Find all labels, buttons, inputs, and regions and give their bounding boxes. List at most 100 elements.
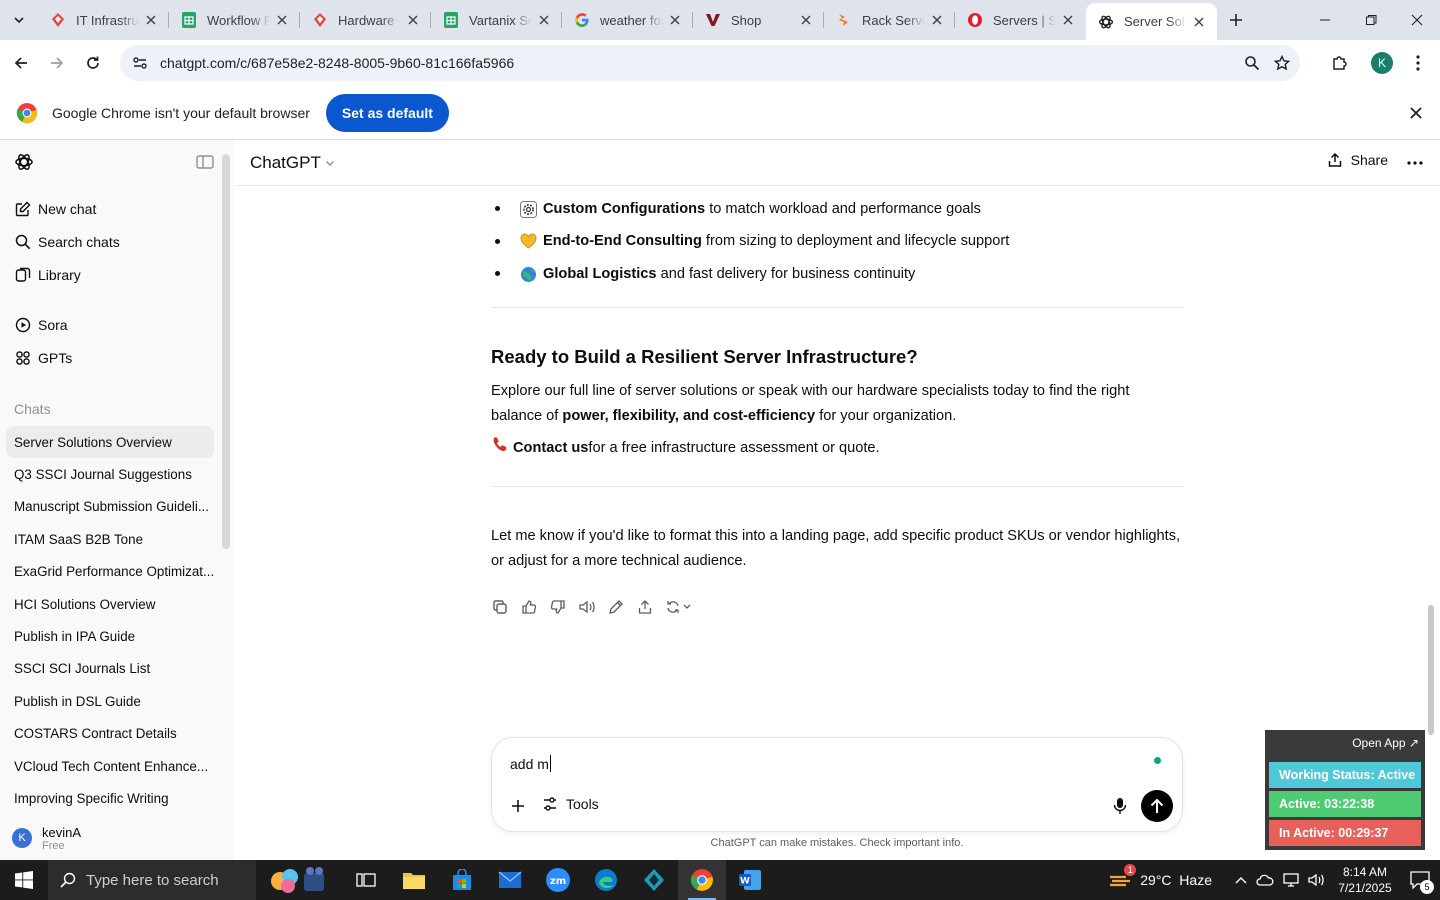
- chat-history-item[interactable]: HCI Solutions Overview: [0, 588, 234, 620]
- add-attachment-button[interactable]: [508, 796, 528, 816]
- tab-close-button[interactable]: [405, 12, 421, 28]
- clock[interactable]: 8:14 AM 7/21/2025: [1330, 864, 1400, 896]
- browser-tab[interactable]: Shop: [693, 3, 824, 37]
- microsoft-store-button[interactable]: [438, 860, 486, 900]
- sidebar-item-search-chats[interactable]: Search chats: [0, 225, 234, 258]
- restore-button[interactable]: [1348, 0, 1394, 40]
- tools-button[interactable]: Tools: [542, 796, 599, 812]
- chrome-taskbar-button[interactable]: [678, 860, 726, 900]
- model-selector[interactable]: ChatGPT: [250, 153, 335, 173]
- chat-history-item[interactable]: Q3 SSCI Journal Suggestions: [0, 458, 234, 490]
- prompt-input[interactable]: add m: [510, 755, 551, 772]
- app-diamond-button[interactable]: [630, 860, 678, 900]
- good-response-button[interactable]: [520, 598, 538, 616]
- sidebar-item-new-chat[interactable]: New chat: [0, 192, 234, 225]
- mail-button[interactable]: [486, 860, 534, 900]
- open-app-link[interactable]: Open App ↗: [1352, 736, 1419, 750]
- chat-history-item[interactable]: Server Solutions Overview: [6, 426, 214, 459]
- chat-history-item[interactable]: COSTARS Contract Details: [0, 718, 234, 750]
- edit-canvas-button[interactable]: [607, 598, 625, 616]
- chat-history-item[interactable]: Publish in DSL Guide: [0, 685, 234, 717]
- browser-tab[interactable]: weather for: [562, 3, 693, 37]
- sidebar-toggle-icon[interactable]: [196, 154, 214, 170]
- edge-browser-button[interactable]: [582, 860, 630, 900]
- plus-icon: [512, 800, 524, 812]
- chat-history-item[interactable]: ExaGrid Performance Optimizat...: [0, 556, 234, 588]
- file-explorer-button[interactable]: [390, 860, 438, 900]
- close-window-button[interactable]: [1394, 0, 1440, 40]
- read-aloud-button[interactable]: [578, 598, 596, 616]
- user-name: kevinA: [42, 824, 82, 840]
- tab-close-button[interactable]: [667, 12, 683, 28]
- taskbar-search-box[interactable]: Type here to search: [48, 860, 256, 900]
- chrome-menu-button[interactable]: [1400, 45, 1436, 81]
- browser-tab[interactable]: Server Solutions: [1086, 3, 1217, 40]
- browser-tab[interactable]: Hardware - Vartanix: [300, 3, 431, 37]
- tab-close-button[interactable]: [798, 12, 814, 28]
- bookmark-star-icon[interactable]: [1274, 55, 1290, 71]
- chat-history-item[interactable]: VCloud Tech Content Enhance...: [0, 750, 234, 782]
- thumbs-up-icon: [522, 599, 537, 614]
- dictate-button[interactable]: [1110, 796, 1130, 816]
- zoom-app-button[interactable]: zm: [534, 860, 582, 900]
- user-menu[interactable]: K kevinA Free: [0, 816, 234, 860]
- minimize-button[interactable]: [1302, 0, 1348, 40]
- weather-widget[interactable]: 1 29°C Haze: [1108, 864, 1212, 891]
- reload-button[interactable]: [75, 45, 111, 81]
- browser-tab[interactable]: Workflow Freedom: [169, 3, 300, 37]
- tab-close-button[interactable]: [1060, 12, 1076, 28]
- set-as-default-button[interactable]: Set as default: [325, 93, 449, 132]
- browser-tab[interactable]: IT Infrastructure: [38, 3, 169, 37]
- copy-button[interactable]: [491, 598, 509, 616]
- conversation-options-button[interactable]: [1404, 152, 1426, 174]
- tab-close-button[interactable]: [536, 12, 552, 28]
- task-view-button[interactable]: [342, 860, 390, 900]
- start-button[interactable]: [0, 860, 48, 900]
- browser-tab[interactable]: Servers | Shop: [955, 3, 1086, 37]
- profile-button[interactable]: K: [1364, 45, 1400, 81]
- tab-close-button[interactable]: [929, 12, 945, 28]
- back-button[interactable]: [3, 45, 39, 81]
- site-info-icon[interactable]: [132, 55, 148, 71]
- tab-search-button[interactable]: [0, 0, 38, 40]
- new-tab-button[interactable]: [1219, 3, 1253, 37]
- bad-response-button[interactable]: [549, 598, 567, 616]
- zoom-icon[interactable]: [1244, 55, 1260, 71]
- sidebar-item-sora[interactable]: Sora: [0, 308, 234, 341]
- address-bar[interactable]: chatgpt.com/c/687e58e2-8248-8005-9b60-81…: [120, 45, 1300, 81]
- tab-close-button[interactable]: [143, 12, 159, 28]
- onedrive-icon[interactable]: [1252, 873, 1278, 887]
- extensions-button[interactable]: [1322, 45, 1358, 81]
- chat-history-item[interactable]: ITAM SaaS B2B Tone: [0, 523, 234, 555]
- sidebar-scrollbar[interactable]: [222, 154, 230, 549]
- profile-avatar: K: [1371, 52, 1393, 74]
- url-text[interactable]: chatgpt.com/c/687e58e2-8248-8005-9b60-81…: [160, 55, 514, 71]
- chat-history-item[interactable]: Improving Specific Writing: [0, 782, 234, 814]
- volume-icon[interactable]: [1304, 873, 1330, 887]
- forward-button[interactable]: [39, 45, 75, 81]
- search-highlight-button[interactable]: [256, 860, 342, 900]
- share-message-button[interactable]: [636, 598, 654, 616]
- main-scrollbar[interactable]: [1428, 605, 1434, 735]
- word-button[interactable]: W: [726, 860, 774, 900]
- tab-close-button[interactable]: [1191, 14, 1207, 30]
- browser-tab[interactable]: Rack Servers: [824, 3, 955, 37]
- show-hidden-icons-button[interactable]: [1230, 876, 1252, 884]
- sidebar-item-gpts[interactable]: GPTs: [0, 341, 234, 374]
- infobar-close-button[interactable]: [1406, 103, 1426, 123]
- chat-history-item[interactable]: Manuscript Submission Guideli...: [0, 491, 234, 523]
- notifications-button[interactable]: 5: [1400, 860, 1440, 900]
- browser-tab[interactable]: Vartanix Servers: [431, 3, 562, 37]
- send-button[interactable]: [1141, 790, 1173, 822]
- regenerate-button[interactable]: [665, 598, 695, 616]
- openai-logo-icon[interactable]: [14, 152, 34, 172]
- share-button[interactable]: Share: [1327, 152, 1388, 168]
- sidebar-item-library[interactable]: Library: [0, 258, 234, 291]
- tab-close-button[interactable]: [274, 12, 290, 28]
- clock-time: 8:14 AM: [1342, 865, 1388, 879]
- puzzle-icon: [1333, 56, 1347, 70]
- chat-history-item[interactable]: SSCI SCI Journals List: [0, 653, 234, 685]
- chat-history-item[interactable]: Publish in IPA Guide: [0, 620, 234, 652]
- network-icon[interactable]: [1278, 873, 1304, 887]
- close-icon: [670, 15, 680, 25]
